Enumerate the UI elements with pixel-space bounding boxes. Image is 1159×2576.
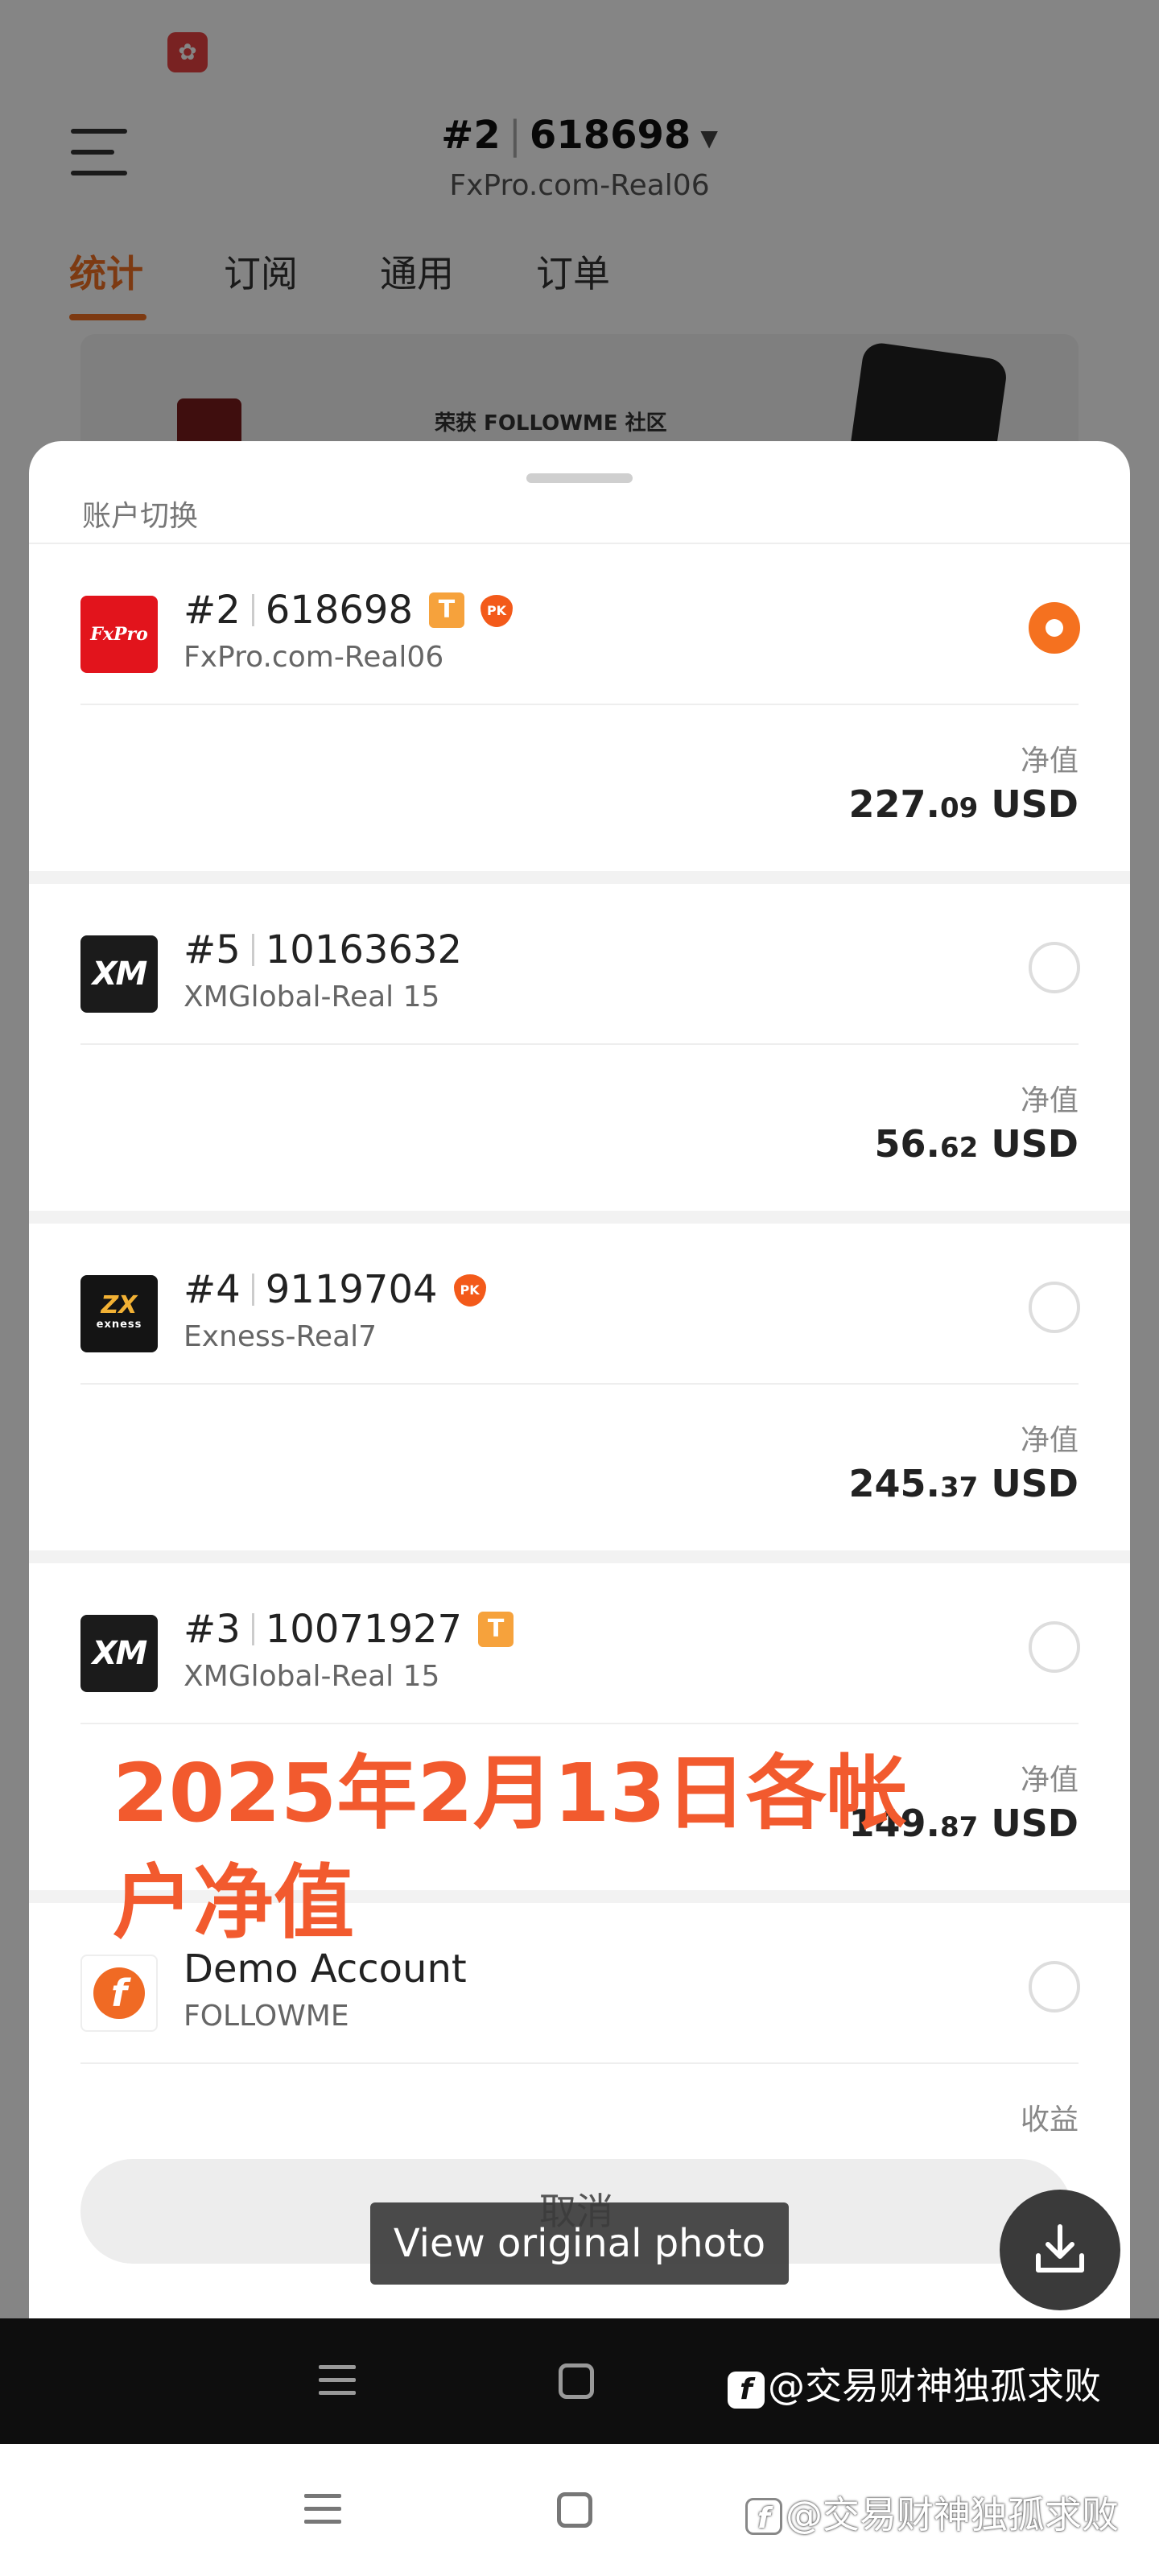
account-server: XMGlobal-Real 15 <box>184 1660 440 1693</box>
divider <box>80 1043 1079 1045</box>
divider <box>80 1723 1079 1724</box>
account-id: 10071927 <box>265 1607 463 1652</box>
account-title: #3 10071927 T <box>184 1607 514 1652</box>
watermark: f @交易财神独孤求败 <box>728 2357 1101 2410</box>
account-id: 10163632 <box>265 927 463 972</box>
account-server: XMGlobal-Real 15 <box>184 980 440 1013</box>
account-item[interactable]: XM #5 10163632 XMGlobal-Real 15 净值 56.62 … <box>29 884 1130 1211</box>
recent-apps-icon[interactable] <box>304 2494 341 2533</box>
account-item[interactable]: ZX exness #4 9119704 PK Exness-Real7 净值 24… <box>29 1224 1130 1550</box>
pk-flame-icon: PK <box>452 1271 488 1308</box>
account-item[interactable]: FxPro #2 618698 T PK FxPro.com-Real06 净值 … <box>29 544 1130 871</box>
account-num: #3 <box>184 1607 241 1652</box>
account-radio[interactable] <box>1029 1621 1080 1673</box>
trader-badge-icon: T <box>478 1612 514 1647</box>
account-num: #2 <box>184 588 241 633</box>
account-server: Exness-Real7 <box>184 1320 377 1353</box>
equity-value: 227.09 USD <box>848 782 1079 826</box>
account-num: #5 <box>184 927 241 972</box>
section-gap <box>29 1550 1130 1563</box>
view-original-photo-button[interactable]: View original photo <box>370 2202 789 2285</box>
account-title: #4 9119704 PK <box>184 1267 488 1312</box>
account-id: 618698 <box>265 588 413 633</box>
account-radio[interactable] <box>1029 1282 1080 1333</box>
download-button[interactable] <box>1000 2190 1120 2310</box>
exness-logo: ZX exness <box>80 1275 158 1352</box>
overlay-caption: 2025年2月13日各帐户净值 <box>113 1746 908 1950</box>
account-title: #2 618698 T PK <box>184 588 514 633</box>
profit-label: 收益 <box>1020 2103 1079 2136</box>
section-gap <box>29 871 1130 884</box>
account-radio-selected[interactable] <box>1029 602 1080 654</box>
account-server: FxPro.com-Real06 <box>184 641 444 674</box>
navigation-bar: f @交易财神独孤求败 <box>0 2444 1159 2576</box>
watermark: f @交易财神独孤求败 <box>745 2486 1119 2539</box>
followme-logo: f <box>80 1955 158 2032</box>
account-switch-sheet: 账户切换 FxPro #2 618698 T PK FxPro.com-Real0… <box>29 441 1130 2318</box>
equity-value: 56.62 USD <box>874 1122 1079 1166</box>
equity-label: 净值 <box>1020 1424 1079 1457</box>
account-id: 9119704 <box>265 1267 438 1312</box>
account-radio[interactable] <box>1029 1961 1080 2013</box>
download-icon <box>1036 2224 1084 2273</box>
equity-label: 净值 <box>1020 1084 1079 1117</box>
equity-label: 净值 <box>1020 1764 1079 1797</box>
section-gap <box>29 1211 1130 1224</box>
account-server: FOLLOWME <box>184 2000 349 2033</box>
xm-logo: XM <box>80 935 158 1013</box>
recent-apps-icon[interactable] <box>319 2365 356 2404</box>
divider <box>80 704 1079 705</box>
equity-label: 净值 <box>1020 745 1079 778</box>
xm-logo: XM <box>80 1615 158 1692</box>
fxpro-logo: FxPro <box>80 596 158 673</box>
account-radio[interactable] <box>1029 942 1080 993</box>
home-icon[interactable] <box>557 2492 592 2528</box>
account-title: #5 10163632 <box>184 927 462 972</box>
home-icon[interactable] <box>559 2363 594 2399</box>
drag-handle[interactable] <box>526 473 633 483</box>
pk-flame-icon: PK <box>479 592 514 629</box>
account-num: #4 <box>184 1267 241 1312</box>
divider <box>80 1383 1079 1385</box>
sheet-title: 账户切换 <box>82 500 199 533</box>
navigation-bar: f @交易财神独孤求败 <box>0 2318 1159 2444</box>
trader-badge-icon: T <box>429 592 464 628</box>
divider <box>80 2062 1079 2064</box>
equity-value: 245.37 USD <box>848 1462 1079 1505</box>
